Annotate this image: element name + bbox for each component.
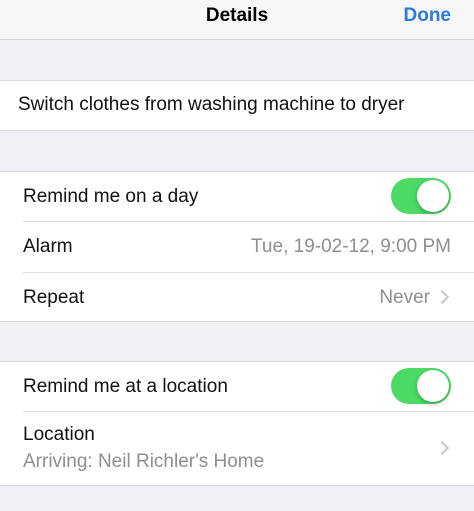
remind-day-row: Remind me on a day <box>0 172 474 221</box>
remind-location-label: Remind me at a location <box>23 376 228 397</box>
chevron-right-icon <box>434 289 450 305</box>
location-value: Arriving: Neil Richler's Home <box>23 451 265 472</box>
reminder-title-field[interactable]: Switch clothes from washing machine to d… <box>18 94 405 116</box>
location-label: Location <box>23 424 95 445</box>
remind-day-toggle[interactable] <box>391 178 451 214</box>
remind-location-toggle[interactable] <box>391 368 451 404</box>
done-button[interactable]: Done <box>404 5 452 27</box>
repeat-label: Repeat <box>23 287 85 308</box>
chevron-right-icon <box>434 440 450 456</box>
navigation-bar: Details Done <box>0 0 474 40</box>
location-row[interactable]: Location Arriving: Neil Richler's Home <box>0 412 474 485</box>
repeat-row[interactable]: Repeat Never <box>0 273 474 321</box>
toggle-knob <box>417 180 449 212</box>
alarm-label: Alarm <box>23 236 73 257</box>
remind-location-row: Remind me at a location <box>0 362 474 411</box>
repeat-value: Never <box>379 287 430 308</box>
toggle-knob <box>417 370 449 402</box>
alarm-row[interactable]: Alarm Tue, 19-02-12, 9:00 PM <box>0 222 474 272</box>
alarm-value: Tue, 19-02-12, 9:00 PM <box>251 236 451 257</box>
remind-day-label: Remind me on a day <box>23 186 199 207</box>
